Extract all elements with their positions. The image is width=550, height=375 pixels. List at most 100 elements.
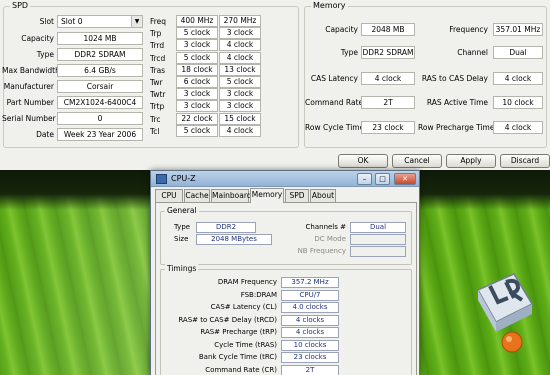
timing-value-b: 3 clock <box>219 88 261 101</box>
spd-row-value: 0 <box>57 112 143 125</box>
timing-label: CAS# Latency (CL) <box>210 303 277 311</box>
timing-label: DRAM Frequency <box>217 278 277 286</box>
apply-button[interactable]: Apply <box>446 154 496 168</box>
tab-mainboard[interactable]: Mainboard <box>211 189 252 202</box>
slot-select[interactable]: Slot 0 ▼ <box>57 15 143 28</box>
spd-row-label: Serial Number <box>2 114 56 123</box>
spd-row-value: Corsair <box>57 80 143 93</box>
spd-row-value: Week 23 Year 2006 <box>57 128 143 141</box>
cancel-button[interactable]: Cancel <box>392 154 442 168</box>
spd-row-value: 6.4 GB/s <box>57 64 143 77</box>
memory-right-value: Dual <box>493 46 543 59</box>
cpuz-app-icon <box>156 174 167 184</box>
timing-value-b: 13 clock <box>219 63 261 76</box>
type-value: DDR2 <box>196 222 256 233</box>
memory-right-value: 357.01 MHz <box>493 23 543 36</box>
spd-row-value: DDR2 SDRAM <box>57 48 143 61</box>
memory-left-value: 2048 MB <box>361 23 415 36</box>
timing-value-b: 15 clock <box>219 112 261 125</box>
spd-row-value: CM2X1024-6400C4 <box>57 96 143 109</box>
timing-row-label: Trc <box>150 114 161 124</box>
timing-value-b: 4 clock <box>219 124 261 137</box>
memory-right-label: Row Precharge Time <box>418 123 495 132</box>
cpuz-window-title: CPU-Z <box>171 174 196 183</box>
memory-left-label: Row Cycle Time <box>305 123 365 132</box>
spd-row-label: Type <box>36 50 54 59</box>
timing-value-b: 3 clock <box>219 100 261 113</box>
timing-row-label: Tcl <box>150 126 160 136</box>
timing-value: 4 clocks <box>281 327 339 338</box>
timing-value: CPU/7 <box>281 289 339 301</box>
tab-about[interactable]: About <box>310 189 336 202</box>
size-label: Size <box>174 235 189 243</box>
timings-group-title: Timings <box>165 264 199 273</box>
maximize-icon[interactable]: □ <box>375 173 390 185</box>
timing-value-a: 400 MHz <box>176 15 218 27</box>
timing-label: Bank Cycle Time (tRC) <box>198 353 277 361</box>
dcmode-value <box>350 234 406 245</box>
discard-button[interactable]: Discard <box>500 154 550 168</box>
tab-spd[interactable]: SPD <box>285 189 309 202</box>
timing-value-b: 4 clock <box>219 51 261 64</box>
timing-label: RAS# Precharge (tRP) <box>200 328 277 336</box>
timing-label: FSB:DRAM <box>240 290 277 299</box>
memory-right-value: 4 clock <box>493 72 543 85</box>
spd-row-label: Part Number <box>6 98 54 107</box>
cpuz-title-bar[interactable]: CPU-Z – □ ✕ <box>151 171 419 187</box>
timing-value-a: 3 clock <box>176 100 218 113</box>
timing-label: RAS# to CAS# Delay (tRCD) <box>178 315 277 324</box>
timing-value-a: 3 clock <box>176 39 218 52</box>
memory-left-value: DDR2 SDRAM <box>361 46 415 59</box>
memory-left-label: Type <box>340 48 358 57</box>
spd-row-value: 1024 MB <box>57 32 143 45</box>
channels-label: Channels # <box>305 223 346 231</box>
tab-memory[interactable]: Memory <box>250 188 284 203</box>
timing-row-label: Trcd <box>150 53 166 63</box>
memory-settings-dialog: SPD Slot Slot 0 ▼ Capacity 1024 MB Type DDR… <box>0 0 550 170</box>
memory-left-label: CAS Latency <box>310 74 358 83</box>
timing-row-label: Trp <box>150 29 162 39</box>
tab-cpu[interactable]: CPU <box>155 189 183 202</box>
timing-value-b: 270 MHz <box>219 15 261 27</box>
slot-select-value: Slot 0 <box>61 17 83 26</box>
type-label: Type <box>174 223 191 231</box>
timing-row-label: Trrd <box>150 41 165 51</box>
minimize-icon[interactable]: – <box>357 173 372 185</box>
timing-value: 10 clocks <box>281 339 339 351</box>
spd-row-label: Manufacturer <box>3 82 54 91</box>
timing-value: 4 clocks <box>281 314 339 326</box>
memory-left-value: 4 clock <box>361 72 415 85</box>
timing-value-b: 3 clock <box>219 27 261 40</box>
timing-row-label: Twr <box>150 78 163 87</box>
size-value: 2048 MBytes <box>196 234 272 245</box>
memory-right-value: 4 clock <box>493 121 543 134</box>
ok-button[interactable]: OK <box>338 154 388 168</box>
channels-value: Dual <box>350 222 406 233</box>
tab-cache[interactable]: Cache <box>184 189 210 202</box>
close-icon[interactable]: ✕ <box>394 173 416 185</box>
spd-group-title: SPD <box>10 1 31 10</box>
memory-left-label: Capacity <box>325 25 358 34</box>
spd-row-label: Max Bandwidth <box>2 66 60 75</box>
dcmode-label: DC Mode <box>314 235 346 243</box>
cpuz-window: CPU-Z – □ ✕ CPU Cache Mainboard Memory SPD Ab… <box>150 170 420 375</box>
timing-value: 2T <box>281 364 339 375</box>
timing-value-b: 4 clock <box>219 39 261 52</box>
memory-left-label: Command Rate <box>305 98 364 107</box>
timing-value: 4.0 clocks <box>281 302 339 313</box>
timing-value-a: 18 clock <box>176 63 218 76</box>
timing-value-a: 5 clock <box>176 51 218 64</box>
memory-right-label: RAS Active Time <box>426 98 488 107</box>
nbfreq-label: NB Frequency <box>297 247 346 255</box>
slot-label: Slot <box>39 17 54 26</box>
timing-row-label: Trtp <box>150 102 165 112</box>
timing-value: 357.2 MHz <box>281 277 339 288</box>
timing-row-label: Twtr <box>150 90 166 100</box>
timing-value-a: 3 clock <box>176 88 218 101</box>
timing-row-label: Freq <box>150 17 167 26</box>
memory-right-label: RAS to CAS Delay <box>421 74 488 83</box>
combo-arrow-icon[interactable]: ▼ <box>131 16 142 27</box>
nbfreq-value <box>350 246 406 257</box>
memory-group-title: Memory <box>311 1 348 10</box>
memory-tab-panel: General Type DDR2 Size 2048 MBytes Chann… <box>155 202 417 375</box>
